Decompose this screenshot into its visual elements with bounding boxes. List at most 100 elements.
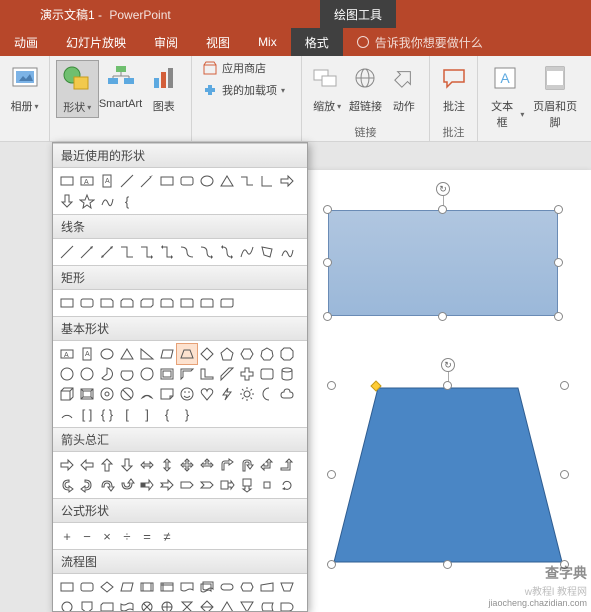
zoom-button[interactable]: 缩放▾ [308, 60, 346, 116]
shape-snip2same[interactable] [117, 293, 137, 313]
shape-scribble[interactable] [277, 242, 297, 262]
resize-handle[interactable] [560, 381, 569, 390]
selected-rectangle-shape[interactable]: ↻ [328, 210, 558, 316]
shape-line-arrow[interactable] [77, 242, 97, 262]
resize-handle[interactable] [554, 258, 563, 267]
resize-handle[interactable] [327, 381, 336, 390]
shape-preparation[interactable] [237, 577, 257, 597]
shape-half-frame[interactable] [177, 364, 197, 384]
shape-sort[interactable] [197, 597, 217, 612]
shape-star[interactable] [77, 191, 97, 211]
resize-handle[interactable] [438, 205, 447, 214]
shape-elbow-double[interactable] [157, 242, 177, 262]
shape-arrow-3way[interactable] [197, 455, 217, 475]
shape-stored-data[interactable] [257, 597, 277, 612]
shape-noSymbol[interactable] [117, 384, 137, 404]
shape-arc[interactable] [57, 404, 77, 424]
photo-album-button[interactable]: 相册▾ [6, 60, 43, 116]
shape-left-brace[interactable]: { [157, 404, 177, 424]
shape-curved-right[interactable] [57, 475, 77, 495]
textbox-button[interactable]: A 文本框▾ [484, 60, 526, 132]
shape-bent-up[interactable] [277, 455, 297, 475]
shape-oval[interactable] [97, 344, 117, 364]
shape-bent-arrow[interactable] [217, 455, 237, 475]
resize-handle[interactable] [327, 560, 336, 569]
shape-rectangle[interactable] [57, 171, 77, 191]
shape-pentagon-arrow[interactable] [177, 475, 197, 495]
shape-curve-connector[interactable] [177, 242, 197, 262]
shape-uturn[interactable] [237, 455, 257, 475]
shape-arrow-leftright[interactable] [137, 455, 157, 475]
shape-hexagon[interactable] [237, 344, 257, 364]
shape-manual-input[interactable] [257, 577, 277, 597]
tab-mix[interactable]: Mix [244, 28, 291, 56]
shape-down-callout[interactable] [237, 475, 257, 495]
shape-line-double-arrow[interactable] [97, 242, 117, 262]
shape-moon[interactable] [257, 384, 277, 404]
resize-handle[interactable] [554, 205, 563, 214]
shape-rect2[interactable] [157, 171, 177, 191]
shape-double-brace[interactable]: { } [97, 404, 117, 424]
shape-arrow-right[interactable] [57, 455, 77, 475]
shape-l-shape[interactable] [257, 171, 277, 191]
store-button[interactable]: 应用商店 [202, 60, 285, 76]
resize-handle[interactable] [323, 312, 332, 321]
shape-chord[interactable] [117, 364, 137, 384]
header-footer-button[interactable]: 页眉和页脚 [526, 60, 584, 132]
shape-lightning[interactable] [217, 384, 237, 404]
shape-terminator[interactable] [217, 577, 237, 597]
shape-right-bracket[interactable]: ] [137, 404, 157, 424]
shape-block-arc[interactable] [137, 384, 157, 404]
shape-summing[interactable] [137, 597, 157, 612]
shape-diag-stripe[interactable] [217, 364, 237, 384]
shape-parallelogram[interactable] [157, 344, 177, 364]
shape-right-triangle[interactable] [137, 344, 157, 364]
shape-arrow-down[interactable] [117, 455, 137, 475]
rotation-handle[interactable]: ↻ [436, 182, 450, 196]
shape-chevron[interactable] [197, 475, 217, 495]
shape-curve-double[interactable] [217, 242, 237, 262]
shape-cube[interactable] [57, 384, 77, 404]
resize-handle[interactable] [323, 258, 332, 267]
shape-round-rect[interactable] [77, 293, 97, 313]
shape-round2diag[interactable] [217, 293, 237, 313]
shape-freeform[interactable] [97, 191, 117, 211]
shape-curved-down[interactable] [117, 475, 137, 495]
shape-plus[interactable]: + [57, 526, 77, 546]
shape-line[interactable] [117, 171, 137, 191]
shape-decagon[interactable] [57, 364, 77, 384]
resize-handle[interactable] [560, 470, 569, 479]
shape-internal-storage[interactable] [157, 577, 177, 597]
shape-cloud[interactable] [277, 384, 297, 404]
shape-document[interactable] [177, 577, 197, 597]
shape-arrow-left[interactable] [77, 455, 97, 475]
action-button[interactable]: 动作 [385, 60, 423, 116]
shape-donut[interactable] [97, 384, 117, 404]
shape-notched-right[interactable] [157, 475, 177, 495]
shape-decision[interactable] [97, 577, 117, 597]
shape-offpage[interactable] [77, 597, 97, 612]
shape-diamond[interactable] [197, 344, 217, 364]
shape-quad-callout[interactable] [257, 475, 277, 495]
resize-handle[interactable] [327, 470, 336, 479]
shape-round2same[interactable] [197, 293, 217, 313]
shape-data[interactable] [117, 577, 137, 597]
shape-left-up[interactable] [257, 455, 277, 475]
shape-elbow[interactable] [237, 171, 257, 191]
shape-trapezoid[interactable] [177, 344, 197, 364]
shape-card[interactable] [97, 597, 117, 612]
resize-handle[interactable] [443, 381, 452, 390]
tab-slideshow[interactable]: 幻灯片放映 [52, 28, 140, 56]
tell-me-search[interactable]: 告诉我你想要做什么 [357, 28, 483, 56]
shape-double-bracket[interactable]: [ ] [77, 404, 97, 424]
shape-or[interactable] [157, 597, 177, 612]
shape-heptagon[interactable] [257, 344, 277, 364]
shape-snip2diag[interactable] [137, 293, 157, 313]
shape-freeform[interactable] [257, 242, 277, 262]
chart-button[interactable]: 图表 [143, 60, 185, 116]
shape-arrow-right[interactable] [277, 171, 297, 191]
resize-handle[interactable] [438, 312, 447, 321]
shape-multiply[interactable]: × [97, 526, 117, 546]
shape-divide[interactable]: ÷ [117, 526, 137, 546]
shape-triangle[interactable] [117, 344, 137, 364]
